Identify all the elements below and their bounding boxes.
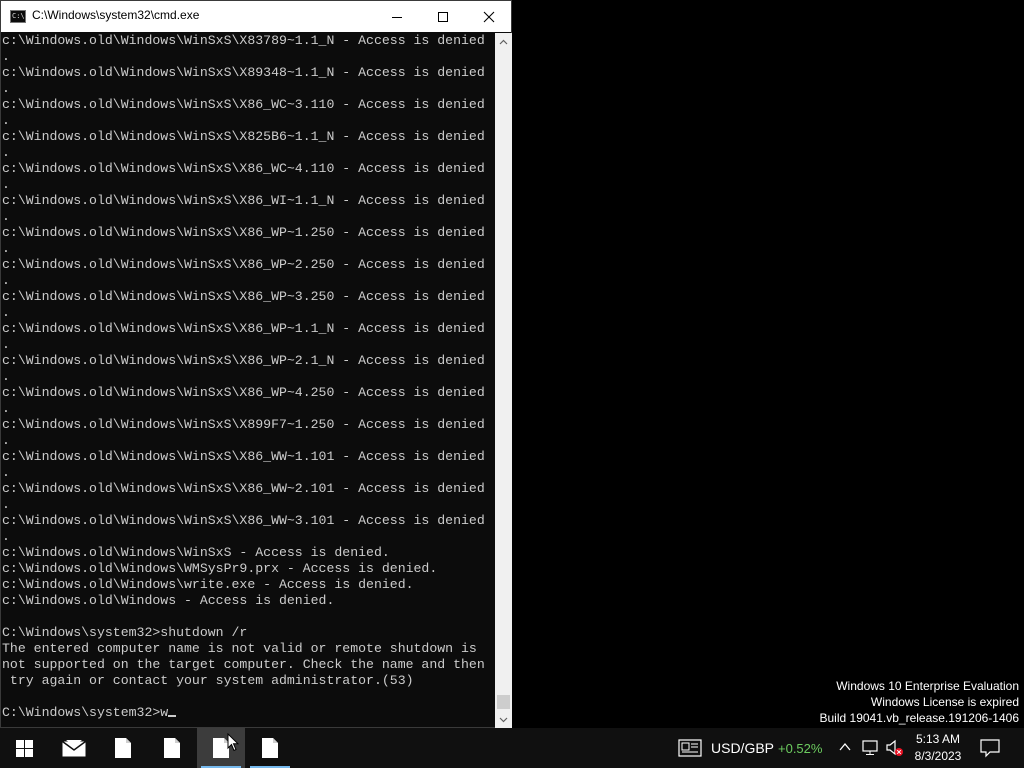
- console-line: c:\Windows.old\Windows\write.exe - Acces…: [2, 577, 414, 592]
- console-line: c:\Windows.old\Windows\WinSxS\X86_WC~3.1…: [2, 97, 485, 112]
- console-line: c:\Windows.old\Windows\WinSxS\X86_WW~1.1…: [2, 449, 485, 464]
- document-icon: [262, 738, 278, 758]
- console-line: try again or contact your system adminis…: [2, 673, 414, 688]
- console-line: .: [2, 145, 10, 160]
- console-line: .: [2, 177, 10, 192]
- console-line: C:\Windows\system32>shutdown /r: [2, 625, 248, 640]
- console-output[interactable]: c:\Windows.old\Windows\WinSxS\X83789~1.1…: [2, 33, 495, 728]
- console-line: .: [2, 273, 10, 288]
- scroll-thumb[interactable]: [497, 695, 510, 709]
- title-bar[interactable]: C:\Windows\system32\cmd.exe: [1, 1, 511, 32]
- taskbar-document-1[interactable]: [99, 728, 147, 768]
- console-line: .: [2, 401, 10, 416]
- command-input[interactable]: w: [160, 705, 168, 720]
- edition-text: Windows 10 Enterprise Evaluation: [836, 679, 1019, 693]
- console-line: c:\Windows.old\Windows\WinSxS - Access i…: [2, 545, 390, 560]
- cmd-window[interactable]: C:\Windows\system32\cmd.exe c:\Windows.o…: [0, 0, 512, 728]
- command-prompt[interactable]: C:\Windows\system32>w: [2, 705, 495, 721]
- console-line: c:\Windows.old\Windows - Access is denie…: [2, 593, 335, 608]
- license-text: Windows License is expired: [870, 695, 1019, 709]
- taskbar-document-4[interactable]: [246, 728, 294, 768]
- console-line: c:\Windows.old\Windows\WinSxS\X86_WP~1.1…: [2, 321, 485, 336]
- document-icon: [115, 738, 131, 758]
- volume-muted-icon[interactable]: [886, 739, 904, 757]
- console-line: .: [2, 369, 10, 384]
- console-line: c:\Windows.old\Windows\WinSxS\X86_WI~1.1…: [2, 193, 485, 208]
- window-title: C:\Windows\system32\cmd.exe: [32, 8, 200, 22]
- taskbar: USD/GBP +0.52% 5:13 AM 8/3/2023: [0, 728, 1024, 768]
- clock-date: 8/3/2023: [914, 749, 962, 763]
- currency-pair[interactable]: USD/GBP: [711, 740, 774, 756]
- start-button[interactable]: [0, 728, 48, 768]
- taskbar-document-2[interactable]: [148, 728, 196, 768]
- console-line: c:\Windows.old\Windows\WinSxS\X86_WP~4.2…: [2, 385, 485, 400]
- console-line: .: [2, 337, 10, 352]
- console-line: .: [2, 497, 10, 512]
- clock-time: 5:13 AM: [915, 732, 961, 746]
- windows-logo-icon: [15, 739, 33, 757]
- console-line: .: [2, 305, 10, 320]
- minimize-icon: [392, 16, 402, 18]
- maximize-button[interactable]: [420, 1, 466, 32]
- console-line: c:\Windows.old\Windows\WinSxS\X86_WW~2.1…: [2, 481, 485, 496]
- mouse-cursor-icon: [227, 733, 239, 752]
- console-line: c:\Windows.old\Windows\WinSxS\X86_WP~1.2…: [2, 225, 485, 240]
- console-line: c:\Windows.old\Windows\WinSxS\X825B6~1.1…: [2, 129, 485, 144]
- console-line: .: [2, 81, 10, 96]
- chevron-down-icon: [499, 717, 508, 722]
- close-icon: [483, 11, 495, 22]
- console-line: c:\Windows.old\Windows\WinSxS\X86_WP~3.2…: [2, 289, 485, 304]
- activation-watermark: Windows 10 Enterprise Evaluation Windows…: [820, 678, 1020, 726]
- chevron-up-icon[interactable]: [838, 740, 852, 754]
- console-line: c:\Windows.old\Windows\WinSxS\X86_WW~3.1…: [2, 513, 485, 528]
- prompt-path: C:\Windows\system32>: [2, 705, 161, 720]
- mail-icon: [62, 740, 86, 757]
- scroll-up-button[interactable]: [495, 33, 512, 50]
- console-line: c:\Windows.old\Windows\WinSxS\X89348~1.1…: [2, 65, 485, 80]
- close-button[interactable]: [466, 1, 512, 32]
- console-line: c:\Windows.old\Windows\WinSxS\X86_WP~2.2…: [2, 257, 485, 272]
- network-icon[interactable]: [862, 740, 880, 756]
- console-line: .: [2, 241, 10, 256]
- console-line: c:\Windows.old\Windows\WinSxS\X83789~1.1…: [2, 33, 485, 48]
- console-line: not supported on the target computer. Ch…: [2, 657, 485, 672]
- console-line: c:\Windows.old\Windows\WMSysPr9.prx - Ac…: [2, 561, 438, 576]
- news-widget-icon[interactable]: [678, 738, 702, 758]
- chevron-up-icon: [499, 39, 508, 44]
- minimize-button[interactable]: [374, 1, 420, 32]
- taskbar-mail[interactable]: [50, 728, 98, 768]
- console-line: .: [2, 209, 10, 224]
- console-line: .: [2, 49, 10, 64]
- notification-center-icon[interactable]: [980, 738, 1000, 758]
- cmd-icon: [10, 10, 26, 23]
- maximize-icon: [438, 11, 448, 22]
- console-line: c:\Windows.old\Windows\WinSxS\X899F7~1.2…: [2, 417, 485, 432]
- currency-change[interactable]: +0.52%: [778, 741, 822, 756]
- vertical-scrollbar[interactable]: [495, 33, 512, 728]
- console-line: .: [2, 113, 10, 128]
- build-text: Build 19041.vb_release.191206-1406: [819, 711, 1020, 725]
- console-line: .: [2, 529, 10, 544]
- document-icon: [164, 738, 180, 758]
- console-line: .: [2, 433, 10, 448]
- console-line: .: [2, 465, 10, 480]
- console-line: The entered computer name is not valid o…: [2, 641, 477, 656]
- console-line: c:\Windows.old\Windows\WinSxS\X86_WC~4.1…: [2, 161, 485, 176]
- scroll-down-button[interactable]: [495, 711, 512, 728]
- text-cursor: [168, 715, 177, 717]
- clock[interactable]: 5:13 AM 8/3/2023: [904, 731, 972, 765]
- console-line: c:\Windows.old\Windows\WinSxS\X86_WP~2.1…: [2, 353, 485, 368]
